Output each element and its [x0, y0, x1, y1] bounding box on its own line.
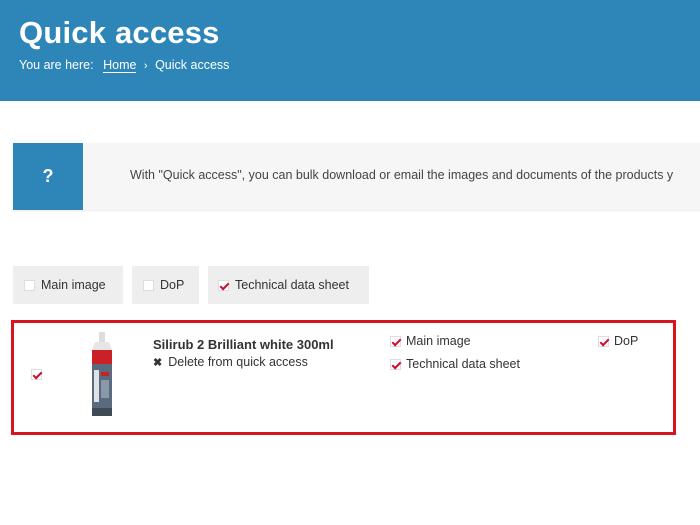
delete-label: Delete from quick access [168, 355, 308, 369]
breadcrumb-current: Quick access [155, 58, 230, 72]
doc-option-main-image[interactable]: Main image [390, 334, 471, 348]
page-title: Quick access [19, 15, 220, 50]
filter-main-image-label: Main image [41, 278, 106, 292]
breadcrumb: You are here: Home › Quick access [19, 58, 230, 73]
product-row: Silirub 2 Brilliant white 300ml ✖ Delete … [11, 320, 676, 435]
filter-technical-data-sheet[interactable]: Technical data sheet [208, 266, 369, 304]
doc-option-dop[interactable]: DoP [598, 334, 638, 348]
filter-technical-data-sheet-label: Technical data sheet [235, 278, 349, 292]
info-box: ? With "Quick access", you can bulk down… [13, 143, 700, 210]
close-icon: ✖ [153, 357, 163, 369]
filter-dop[interactable]: DoP [132, 266, 199, 304]
doc-dop-checkbox[interactable] [598, 335, 609, 347]
breadcrumb-prefix: You are here: [19, 58, 94, 72]
doc-main-image-label: Main image [406, 334, 471, 348]
filter-dop-label: DoP [160, 278, 185, 292]
filter-main-image-checkbox[interactable] [24, 279, 35, 291]
product-image [92, 332, 112, 416]
doc-technical-data-sheet-label: Technical data sheet [406, 357, 520, 371]
page-header: Quick access You are here: Home › Quick … [0, 0, 700, 101]
doc-technical-data-sheet-checkbox[interactable] [390, 358, 401, 370]
product-select-checkbox[interactable] [31, 369, 42, 380]
doc-main-image-checkbox[interactable] [390, 335, 401, 347]
info-text: With "Quick access", you can bulk downlo… [130, 168, 674, 182]
doc-dop-label: DoP [614, 334, 639, 348]
chevron-right-icon: › [143, 60, 148, 72]
product-name: Silirub 2 Brilliant white 300ml [153, 337, 334, 352]
filter-dop-checkbox[interactable] [143, 279, 154, 291]
filter-main-image[interactable]: Main image [13, 266, 123, 304]
question-icon: ? [13, 143, 83, 210]
doc-option-technical-data-sheet[interactable]: Technical data sheet [390, 357, 520, 371]
filter-technical-data-sheet-checkbox[interactable] [218, 279, 229, 291]
delete-from-quick-access-link[interactable]: ✖ Delete from quick access [153, 355, 308, 369]
breadcrumb-home-link[interactable]: Home [103, 58, 137, 73]
